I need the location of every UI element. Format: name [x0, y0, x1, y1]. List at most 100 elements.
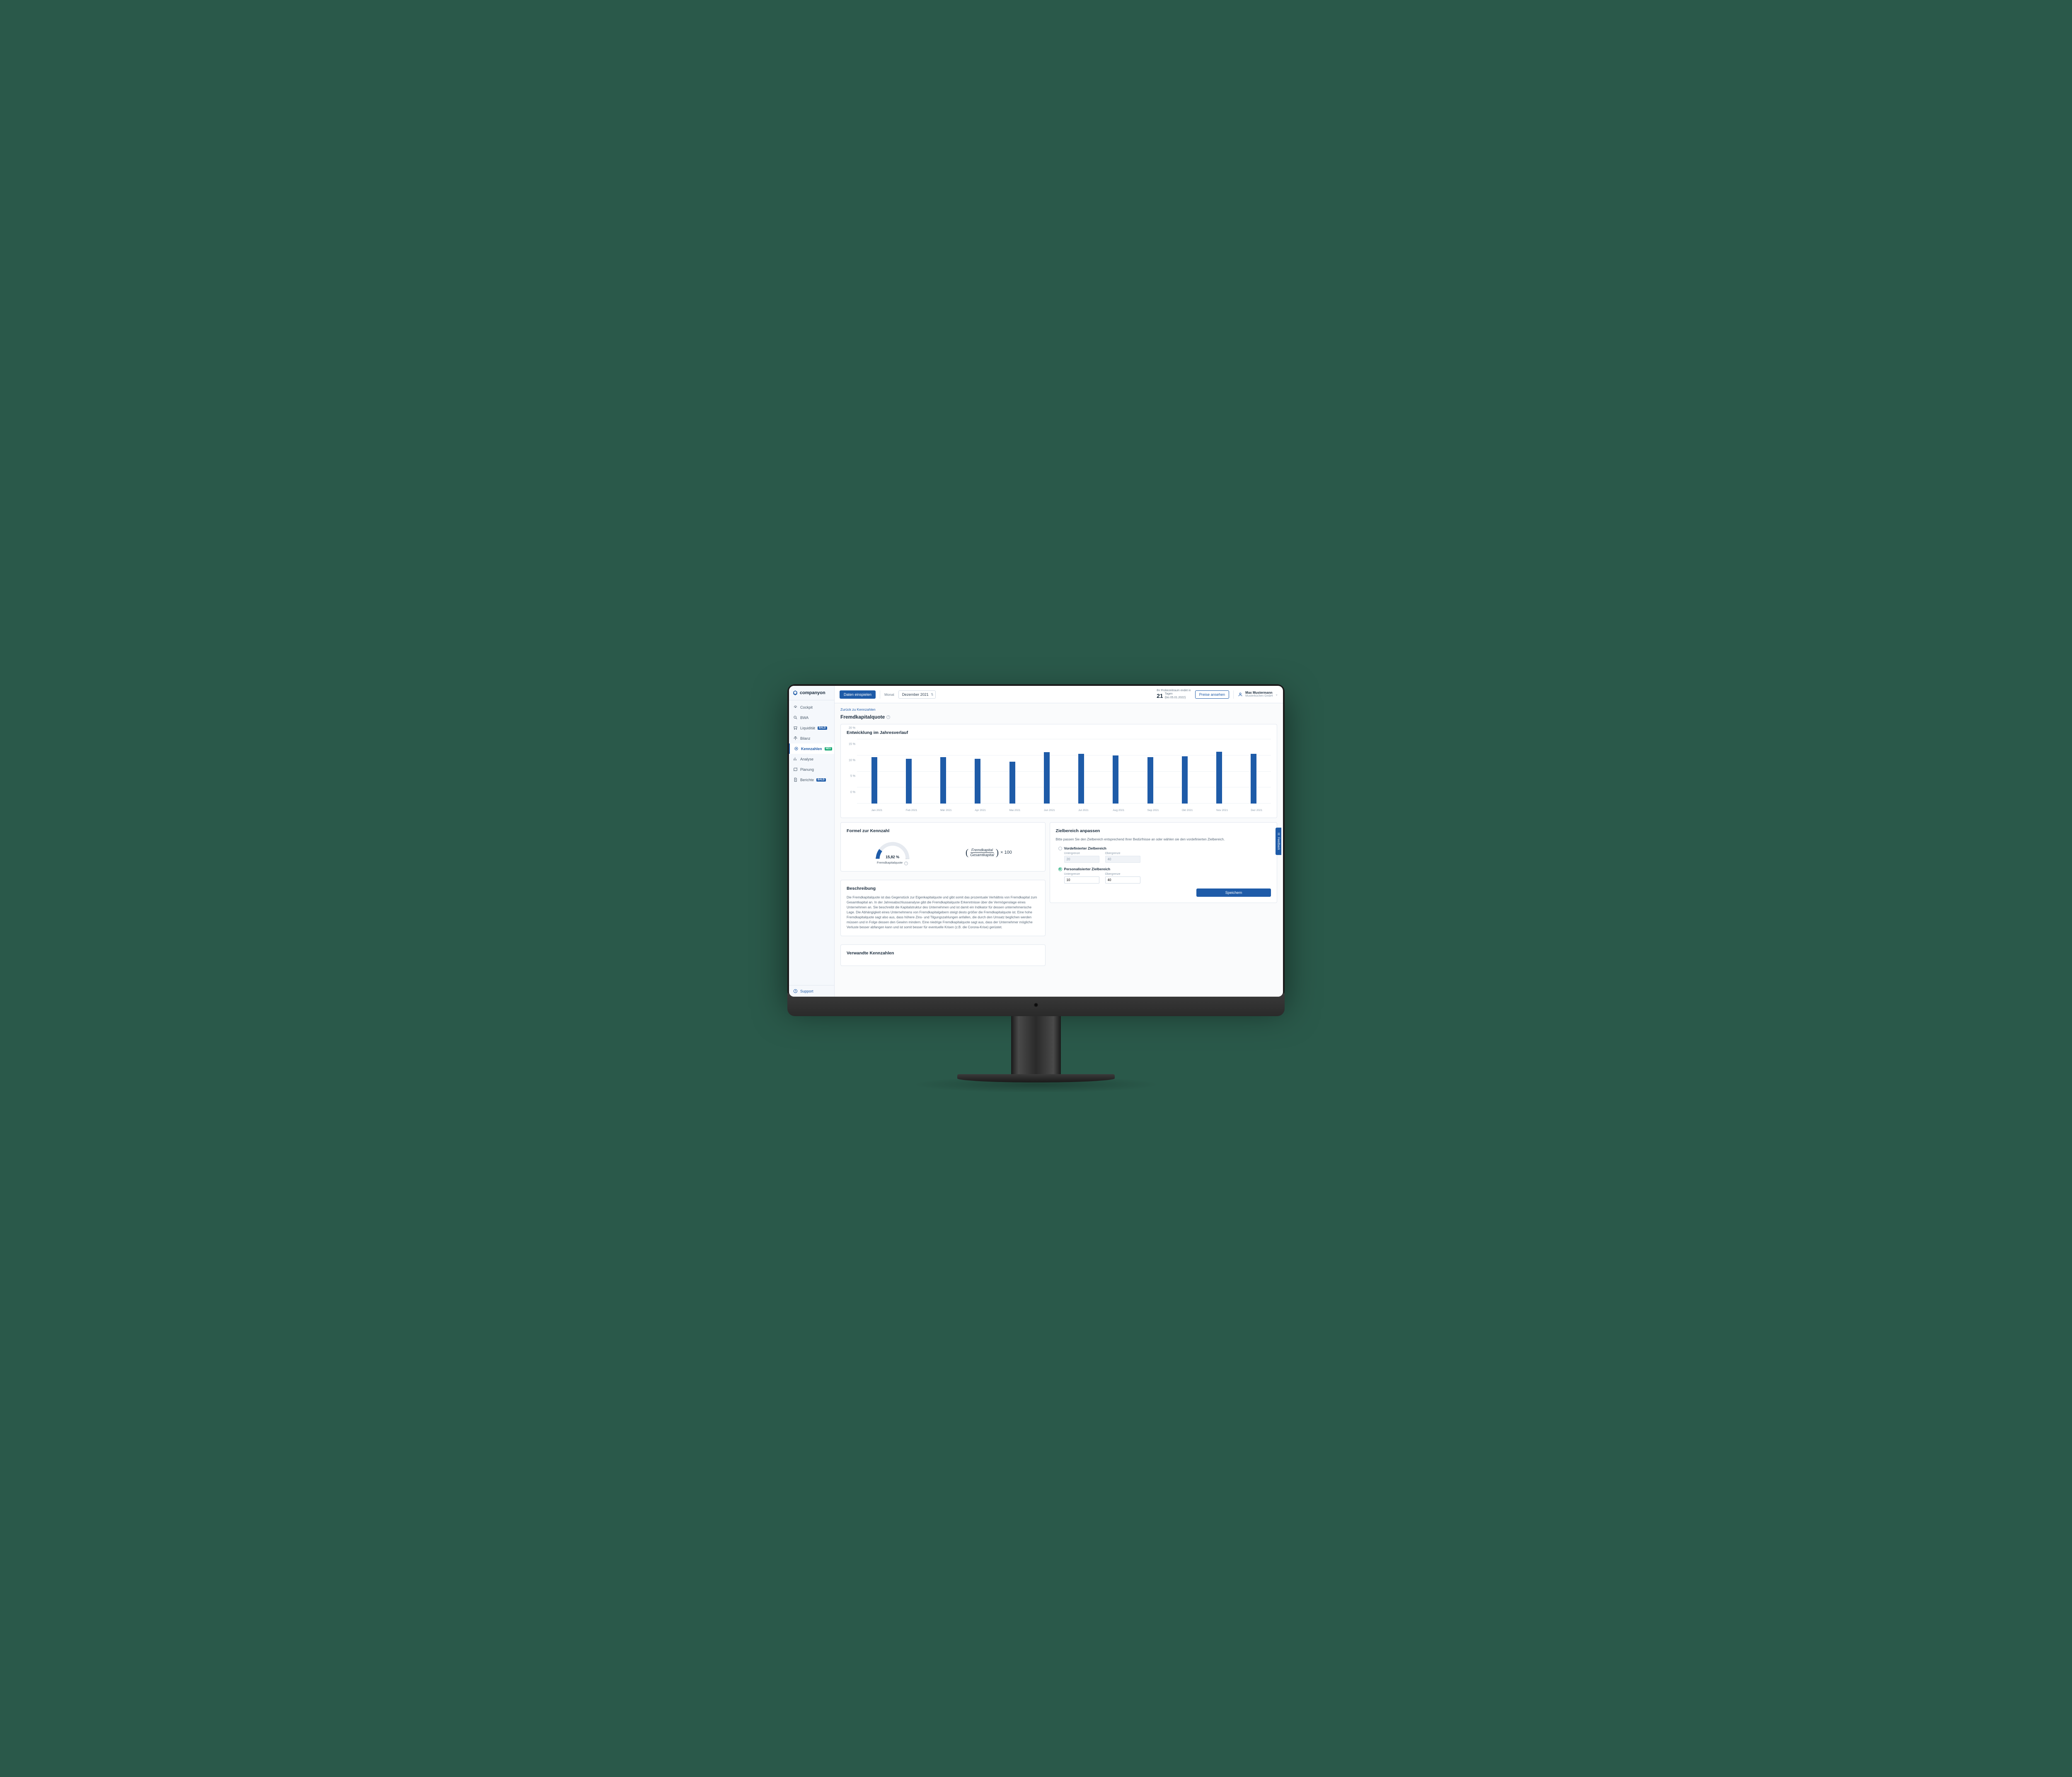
custom-upper-input[interactable]: [1105, 876, 1140, 884]
bar[interactable]: [1216, 752, 1222, 804]
y-tick: 10 %: [849, 759, 855, 762]
target-subtitle: Bitte passen Sie den Zielbereich entspre…: [1056, 838, 1271, 841]
bar[interactable]: [1044, 752, 1050, 804]
x-label: Aug 2021: [1113, 809, 1118, 812]
x-label: Sep 2021: [1147, 809, 1153, 812]
sidebar-item-label: Cockpit: [800, 705, 813, 709]
target-title: Zielbereich anpassen: [1056, 828, 1271, 833]
upper-label: Obergrenze: [1105, 852, 1140, 855]
user-company: Musterküchen GmbH: [1245, 695, 1273, 698]
x-label: Jul 2021: [1078, 809, 1084, 812]
x-label: Mär 2021: [940, 809, 946, 812]
lower-label: Untergrenze: [1064, 852, 1099, 855]
related-title: Verwandte Kennzahlen: [847, 951, 1039, 956]
target-card: Zielbereich anpassen Bitte passen Sie de…: [1050, 822, 1277, 903]
upper-label: Obergrenze: [1105, 873, 1140, 876]
bar[interactable]: [906, 759, 912, 804]
x-label: Nov 2021: [1216, 809, 1222, 812]
month-label: Monat: [884, 692, 894, 697]
sidebar-item-label: BWA: [800, 716, 808, 720]
badge-bald: BALD: [816, 778, 826, 782]
map-icon: [793, 767, 798, 772]
month-select[interactable]: Dezember 2021 ⇅: [898, 690, 936, 699]
y-tick: 0 %: [850, 791, 855, 794]
bar[interactable]: [871, 757, 877, 804]
lower-label: Untergrenze: [1064, 873, 1099, 876]
sidebar-item-berichte[interactable]: Berichte BALD: [789, 775, 834, 785]
sidebar-item-label: Analyse: [800, 757, 813, 761]
predef-lower-input: [1064, 856, 1099, 863]
sidebar-item-label: Berichte: [800, 778, 814, 782]
x-label: Feb 2021: [906, 809, 912, 812]
bar[interactable]: [1251, 754, 1256, 804]
save-button[interactable]: Speichern: [1196, 888, 1271, 897]
formula-expression: ( Fremdkapital Gesamtkapital ) × 100: [966, 847, 1012, 858]
sidebar-item-bwa[interactable]: BWA: [789, 712, 834, 723]
back-link[interactable]: Zurück zu Kennzahlen: [840, 707, 876, 712]
logo-icon: [792, 690, 798, 696]
y-tick: 5 %: [850, 775, 855, 778]
x-label: Jan 2021: [871, 809, 877, 812]
camera-icon: [1034, 1003, 1038, 1007]
sidebar-item-cockpit[interactable]: Cockpit: [789, 702, 834, 712]
formula-title: Formel zur Kennzahl: [847, 828, 1039, 833]
info-icon[interactable]: i: [904, 862, 908, 865]
badge-neu: NEU: [825, 747, 833, 751]
support-label: Support: [800, 989, 813, 993]
sidebar-item-liquiditaet[interactable]: Liquidität BALD: [789, 723, 834, 733]
description-title: Beschreibung: [847, 886, 1039, 891]
bar-chart: 0 %5 %10 %15 %20 % Jan 2021Feb 2021Mär 2…: [847, 739, 1271, 812]
sidebar-item-planung[interactable]: Planung: [789, 764, 834, 775]
bar[interactable]: [975, 759, 980, 804]
radio-predefined[interactable]: Vordefinierter Zielbereich: [1058, 846, 1271, 850]
formula-card: Formel zur Kennzahl: [840, 822, 1046, 872]
y-tick: 15 %: [849, 743, 855, 746]
logo-text: companyon: [800, 690, 825, 695]
bar[interactable]: [1009, 762, 1015, 804]
user-icon: [1238, 692, 1243, 697]
support-link[interactable]: Support: [789, 985, 834, 997]
bar[interactable]: [1113, 755, 1118, 804]
balance-icon: [793, 736, 798, 741]
predef-upper-input: [1105, 856, 1140, 863]
sidebar: companyon Cockpit BWA Liqu: [789, 686, 835, 997]
x-label: Dez 2021: [1251, 809, 1256, 812]
sidebar-item-kennzahlen[interactable]: Kennzahlen NEU: [789, 743, 834, 754]
search-icon: [793, 715, 798, 720]
sidebar-item-label: Kennzahlen: [801, 747, 822, 751]
description-text: Die Fremdkapitalquote ist das Gegenstück…: [847, 895, 1039, 930]
view-prices-button[interactable]: Preise ansehen: [1195, 690, 1230, 699]
chevron-updown-icon: ⇅: [931, 692, 934, 696]
user-menu[interactable]: Max Mustermann Musterküchen GmbH ⌄: [1238, 691, 1278, 698]
sidebar-item-analyse[interactable]: Analyse: [789, 754, 834, 764]
bar[interactable]: [1078, 754, 1084, 804]
info-icon[interactable]: i: [886, 715, 890, 719]
description-card: Beschreibung Die Fremdkapitalquote ist d…: [840, 880, 1046, 936]
gauge: 15,82 % 0 100 Fremdkapitalquote: [874, 840, 911, 865]
topbar: Daten einspielen Monat Dezember 2021 ⇅ I…: [835, 686, 1283, 703]
sidebar-item-bilanz[interactable]: Bilanz: [789, 733, 834, 743]
x-label: Okt 2021: [1182, 809, 1188, 812]
bar[interactable]: [1182, 756, 1188, 804]
feedback-tab[interactable]: ☰ Feedback: [1276, 828, 1281, 855]
page-title: Fremdkapitalquote i: [840, 714, 1277, 720]
trial-info: Ihr Probezeitraum endet in 21 Tagen (bis…: [1157, 689, 1191, 700]
import-data-button[interactable]: Daten einspielen: [840, 690, 876, 699]
chart-title: Entwicklung im Jahresverlauf: [847, 730, 1271, 735]
radio-custom[interactable]: Personalisierter Zielbereich: [1058, 867, 1271, 871]
custom-lower-input[interactable]: [1064, 876, 1099, 884]
y-tick: 20 %: [849, 727, 855, 730]
bar[interactable]: [1147, 757, 1153, 804]
radio-icon: [1058, 867, 1062, 871]
document-icon: [793, 777, 798, 782]
bar[interactable]: [940, 757, 946, 804]
cart-icon: [793, 726, 798, 730]
chevron-down-icon: ⌄: [1275, 692, 1278, 696]
radio-icon: [1058, 847, 1062, 850]
logo[interactable]: companyon: [789, 686, 834, 700]
target-icon: [794, 746, 799, 751]
sidebar-item-label: Planung: [800, 767, 814, 772]
chart-icon: [793, 757, 798, 761]
sidebar-item-label: Bilanz: [800, 736, 811, 741]
badge-bald: BALD: [818, 726, 827, 730]
